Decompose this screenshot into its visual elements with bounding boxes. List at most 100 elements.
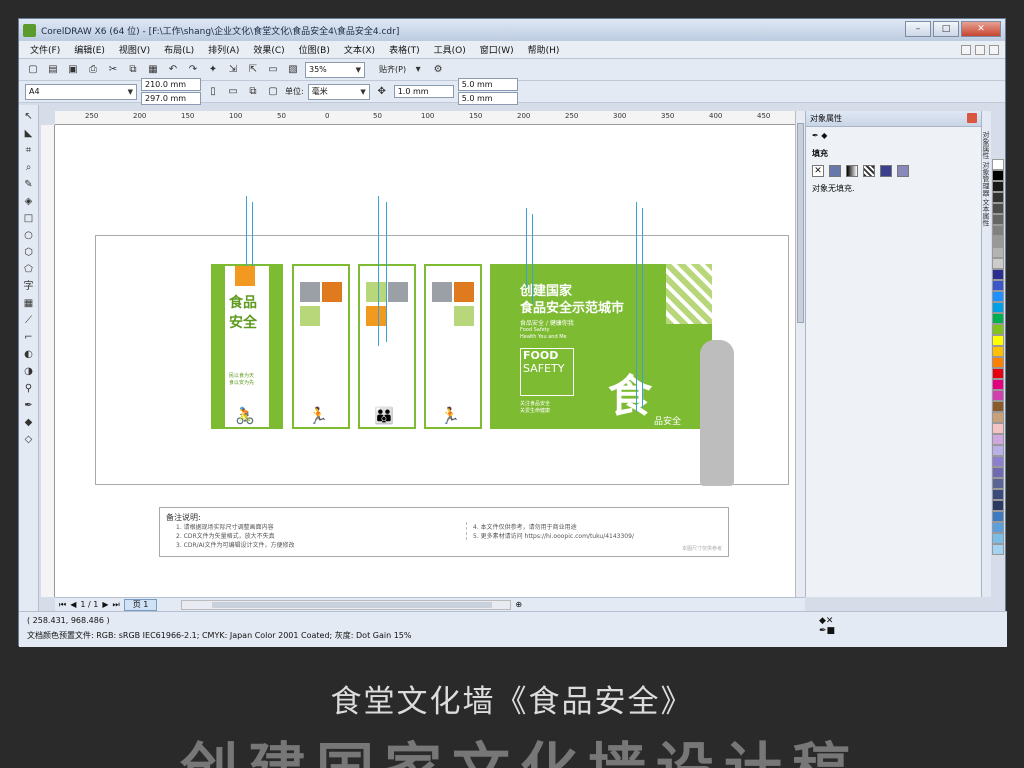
export-icon[interactable]: ⇱ [245,62,261,78]
menu-help[interactable]: 帮助(H) [521,43,567,56]
menu-text[interactable]: 文本(X) [337,43,382,56]
menu-window[interactable]: 窗口(W) [473,43,521,56]
palette-swatch[interactable] [992,456,1004,467]
palette-swatch[interactable] [992,291,1004,302]
palette-swatch[interactable] [992,357,1004,368]
outline-tool-icon[interactable]: ✒ [21,398,36,413]
menu-bitmaps[interactable]: 位图(B) [292,43,337,56]
snap-dropdown-icon[interactable]: ▾ [410,62,426,78]
palette-swatch[interactable] [992,335,1004,346]
open-icon[interactable]: ▤ [45,62,61,78]
crop-tool-icon[interactable]: ⌗ [21,143,36,158]
landscape-icon[interactable]: ▭ [225,84,241,100]
palette-swatch[interactable] [992,533,1004,544]
palette-swatch[interactable] [992,269,1004,280]
app-launcher-icon[interactable]: ▧ [285,62,301,78]
postscript-fill-icon[interactable] [897,165,909,177]
outline-pen-icon[interactable]: ✒ [812,131,819,140]
close-icon[interactable] [967,113,977,123]
palette-swatch[interactable] [992,423,1004,434]
palette-swatch[interactable] [992,412,1004,423]
undo-icon[interactable]: ↶ [165,62,181,78]
fill-outline-indicator[interactable]: ◆✕ ✒■ [819,616,839,644]
vertical-scrollbar[interactable] [795,111,805,597]
text-tool-icon[interactable]: 字 [21,279,36,294]
basic-shapes-icon[interactable]: ⬠ [21,262,36,277]
palette-swatch[interactable] [992,203,1004,214]
palette-swatch[interactable] [992,280,1004,291]
current-page-icon[interactable]: ▢ [265,84,281,100]
copy-icon[interactable]: ⧉ [125,62,141,78]
page-size-select[interactable]: A4 ▼ [25,83,137,100]
zoom-tool-icon[interactable]: ⌕ [21,160,36,175]
palette-swatch[interactable] [992,445,1004,456]
menu-table[interactable]: 表格(T) [382,43,427,56]
menu-file[interactable]: 文件(F) [23,43,67,56]
fill-bucket-icon[interactable]: ◆ [821,131,827,140]
last-page-icon[interactable]: ⏭ [112,600,119,610]
palette-swatch[interactable] [992,236,1004,247]
pattern-fill-icon[interactable] [863,165,875,177]
palette-swatch[interactable] [992,390,1004,401]
palette-swatch[interactable] [992,214,1004,225]
palette-swatch[interactable] [992,511,1004,522]
palette-swatch[interactable] [992,302,1004,313]
minimize-button[interactable]: – [905,21,931,37]
fountain-fill-icon[interactable] [846,165,858,177]
palette-swatch[interactable] [992,346,1004,357]
cut-icon[interactable]: ✂ [105,62,121,78]
nudge-field[interactable]: 1.0 mm [393,85,454,98]
duplicate-y-field[interactable]: 5.0 mm [457,92,518,105]
table-tool-icon[interactable]: ▦ [21,296,36,311]
connector-tool-icon[interactable]: ⌐ [21,330,36,345]
freehand-tool-icon[interactable]: ✎ [21,177,36,192]
paste-icon[interactable]: ▦ [145,62,161,78]
close-button[interactable]: ✕ [961,21,1001,37]
page-width-field[interactable]: 210.0 mm [141,78,201,91]
menu-arrange[interactable]: 排列(A) [201,43,246,56]
polygon-tool-icon[interactable]: ⬡ [21,245,36,260]
all-pages-icon[interactable]: ⧉ [245,84,261,100]
zoom-fit-icon[interactable]: ⊕ [515,600,522,609]
palette-swatch[interactable] [992,478,1004,489]
page-height-field[interactable]: 297.0 mm [141,92,201,105]
search-content-icon[interactable]: ✦ [205,62,221,78]
prev-page-icon[interactable]: ◀ [70,600,76,609]
first-page-icon[interactable]: ⏮ [59,600,66,610]
horizontal-scrollbar[interactable] [181,599,512,610]
new-icon[interactable]: ▢ [25,62,41,78]
redo-icon[interactable]: ↷ [185,62,201,78]
palette-swatch[interactable] [992,522,1004,533]
palette-swatch[interactable] [992,258,1004,269]
doc-close-button[interactable] [989,44,999,55]
palette-swatch[interactable] [992,313,1004,324]
publish-pdf-icon[interactable]: ▭ [265,62,281,78]
eyedropper-tool-icon[interactable]: ⚲ [21,381,36,396]
duplicate-x-field[interactable]: 5.0 mm [457,78,518,91]
pick-tool-icon[interactable]: ↖ [21,109,36,124]
options-icon[interactable]: ⚙ [430,62,446,78]
palette-swatch[interactable] [992,225,1004,236]
fill-section-title[interactable]: 填充 [806,144,981,163]
unit-select[interactable]: 毫米 ▼ [307,83,370,100]
uniform-fill-icon[interactable] [829,165,841,177]
zoom-select[interactable]: 35% ▼ [305,61,365,78]
maximize-button[interactable]: □ [933,21,959,37]
palette-swatch[interactable] [992,324,1004,335]
docker-side-tabs[interactable]: 对象属性 对象管理器 文本属性 [981,111,991,597]
palette-swatch[interactable] [992,434,1004,445]
color-profile-info[interactable]: 文档颜色预置文件: RGB: sRGB IEC61966-2.1; CMYK: … [27,630,411,641]
dimension-tool-icon[interactable]: ⟋ [21,313,36,328]
no-fill-icon[interactable]: ✕ [812,165,824,177]
menu-view[interactable]: 视图(V) [112,43,157,56]
transparency-tool-icon[interactable]: ◑ [21,364,36,379]
palette-swatch[interactable] [992,467,1004,478]
interactive-fill-icon[interactable]: ◇ [21,432,36,447]
save-icon[interactable]: ▣ [65,62,81,78]
fill-tool-icon[interactable]: ◆ [21,415,36,430]
smart-fill-icon[interactable]: ◈ [21,194,36,209]
snap-to-menu[interactable]: 贴齐(P) [379,64,406,75]
texture-fill-icon[interactable] [880,165,892,177]
palette-swatch[interactable] [992,401,1004,412]
doc-minimize-button[interactable] [961,44,971,55]
